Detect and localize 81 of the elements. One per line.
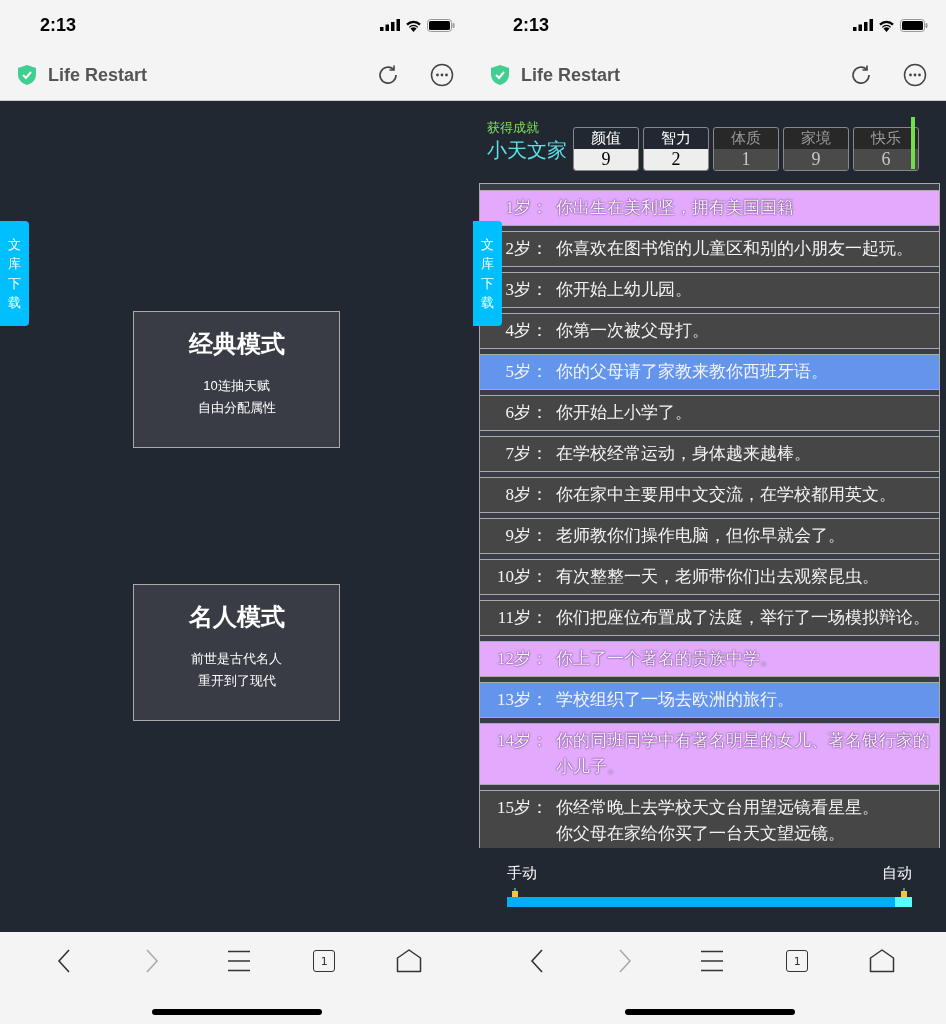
event-age: 13岁： bbox=[497, 689, 548, 711]
event-age: 5岁： bbox=[505, 361, 548, 383]
property-value: 9 bbox=[574, 149, 638, 170]
home-icon[interactable] bbox=[869, 949, 896, 973]
back-icon[interactable] bbox=[529, 949, 544, 973]
signal-icon bbox=[853, 19, 873, 31]
mode-title: 经典模式 bbox=[188, 329, 285, 359]
shield-icon bbox=[16, 64, 38, 86]
more-icon[interactable] bbox=[430, 63, 454, 87]
property-value: 9 bbox=[784, 149, 848, 170]
more-icon[interactable] bbox=[903, 63, 927, 87]
status-time: 2:13 bbox=[513, 14, 550, 36]
slider-label: 手动 bbox=[507, 864, 537, 883]
property-value: 2 bbox=[644, 149, 708, 170]
battery-icon bbox=[900, 18, 928, 32]
event-text: 你的父母请了家教来教你西班牙语。 bbox=[556, 361, 829, 383]
menu-icon[interactable] bbox=[700, 950, 725, 972]
property-label: 智力 bbox=[660, 128, 692, 149]
event-age: 10岁： bbox=[497, 566, 548, 588]
wifi-icon bbox=[878, 18, 895, 32]
mode-slider[interactable] bbox=[507, 888, 912, 907]
property-label: 体质 bbox=[730, 128, 762, 149]
event-age: 9岁： bbox=[505, 525, 548, 547]
achievement-label: 获得成就 bbox=[487, 119, 540, 137]
event-age: 6岁： bbox=[505, 402, 548, 424]
event-text: 你们把座位布置成了法庭，举行了一场模拟辩论。 bbox=[556, 607, 931, 629]
event-text: 在学校经常运动，身体越来越棒。 bbox=[556, 443, 812, 465]
property-label: 家境 bbox=[800, 128, 832, 149]
mode-description: 10连抽天赋 bbox=[203, 377, 270, 395]
mode-description: 前世是古代名人 bbox=[191, 650, 282, 668]
wifi-icon bbox=[405, 18, 422, 32]
property-value: 6 bbox=[854, 149, 918, 170]
mode-card[interactable]: 经典模式 10连抽天赋 自由分配属性 bbox=[133, 311, 340, 448]
event-age: 11岁： bbox=[497, 607, 548, 629]
page-title: Life Restart bbox=[521, 64, 622, 86]
home-icon[interactable] bbox=[396, 949, 423, 973]
event-age: 3岁： bbox=[505, 279, 548, 301]
event-text: 老师教你们操作电脑，但你早就会了。 bbox=[556, 525, 846, 547]
event-age: 12岁： bbox=[497, 648, 548, 670]
event-text: 你父母在家给你买了一台天文望远镜。 bbox=[556, 823, 846, 845]
slider-thumb[interactable] bbox=[895, 897, 912, 907]
event-text: 有次整整一天，老师带你们出去观察昆虫。 bbox=[556, 566, 880, 588]
event-text: 你经常晚上去学校天文台用望远镜看星星。 bbox=[556, 797, 880, 819]
menu-icon[interactable] bbox=[227, 950, 252, 972]
event-age: 14岁： bbox=[497, 730, 548, 752]
event-text: 学校组织了一场去欧洲的旅行。 bbox=[556, 689, 795, 711]
tabs-button[interactable]: 1 bbox=[786, 950, 809, 972]
event-text: 你开始上幼儿园。 bbox=[556, 279, 693, 301]
tick-icon bbox=[512, 888, 518, 897]
event-age: 8岁： bbox=[505, 484, 548, 506]
property-label: 快乐 bbox=[869, 128, 902, 149]
event-age: 4岁： bbox=[505, 320, 548, 342]
status-time: 2:13 bbox=[40, 14, 77, 36]
back-icon[interactable] bbox=[56, 949, 71, 973]
event-text: 你喜欢在图书馆的儿童区和别的小朋友一起玩。 bbox=[556, 238, 914, 260]
event-age: 7岁： bbox=[505, 443, 548, 465]
shield-icon bbox=[489, 64, 511, 86]
event-text: 你出生在美利坚，拥有美国国籍 bbox=[556, 197, 795, 219]
property-label: 颜值 bbox=[590, 128, 622, 149]
mode-description: 重开到了现代 bbox=[197, 672, 276, 690]
tick-icon bbox=[901, 888, 907, 897]
event-age: 1岁： bbox=[505, 197, 548, 219]
page-title: Life Restart bbox=[48, 64, 149, 86]
mode-title: 名人模式 bbox=[188, 602, 285, 632]
mode-description: 自由分配属性 bbox=[197, 399, 276, 417]
event-text: 你开始上小学了。 bbox=[556, 402, 693, 424]
achievement-name: 小天文家 bbox=[487, 137, 567, 164]
refresh-icon[interactable] bbox=[376, 63, 400, 87]
event-text: 你上了一个著名的贵族中学。 bbox=[556, 648, 778, 670]
slider-label: 自动 bbox=[882, 864, 912, 883]
event-text: 你的同班同学中有著名明星的女儿、著名银行家的小儿子。 bbox=[556, 730, 931, 778]
event-text: 你在家中主要用中文交流，在学校都用英文。 bbox=[556, 484, 897, 506]
mode-card[interactable]: 名人模式 前世是古代名人 重开到了现代 bbox=[133, 584, 340, 721]
battery-icon bbox=[427, 18, 455, 32]
event-age: 2岁： bbox=[505, 238, 548, 260]
tabs-button[interactable]: 1 bbox=[313, 950, 336, 972]
event-text: 你第一次被父母打。 bbox=[556, 320, 710, 342]
event-age: 15岁： bbox=[497, 797, 548, 819]
refresh-icon[interactable] bbox=[849, 63, 873, 87]
signal-icon bbox=[380, 19, 400, 31]
property-value: 1 bbox=[714, 149, 778, 170]
